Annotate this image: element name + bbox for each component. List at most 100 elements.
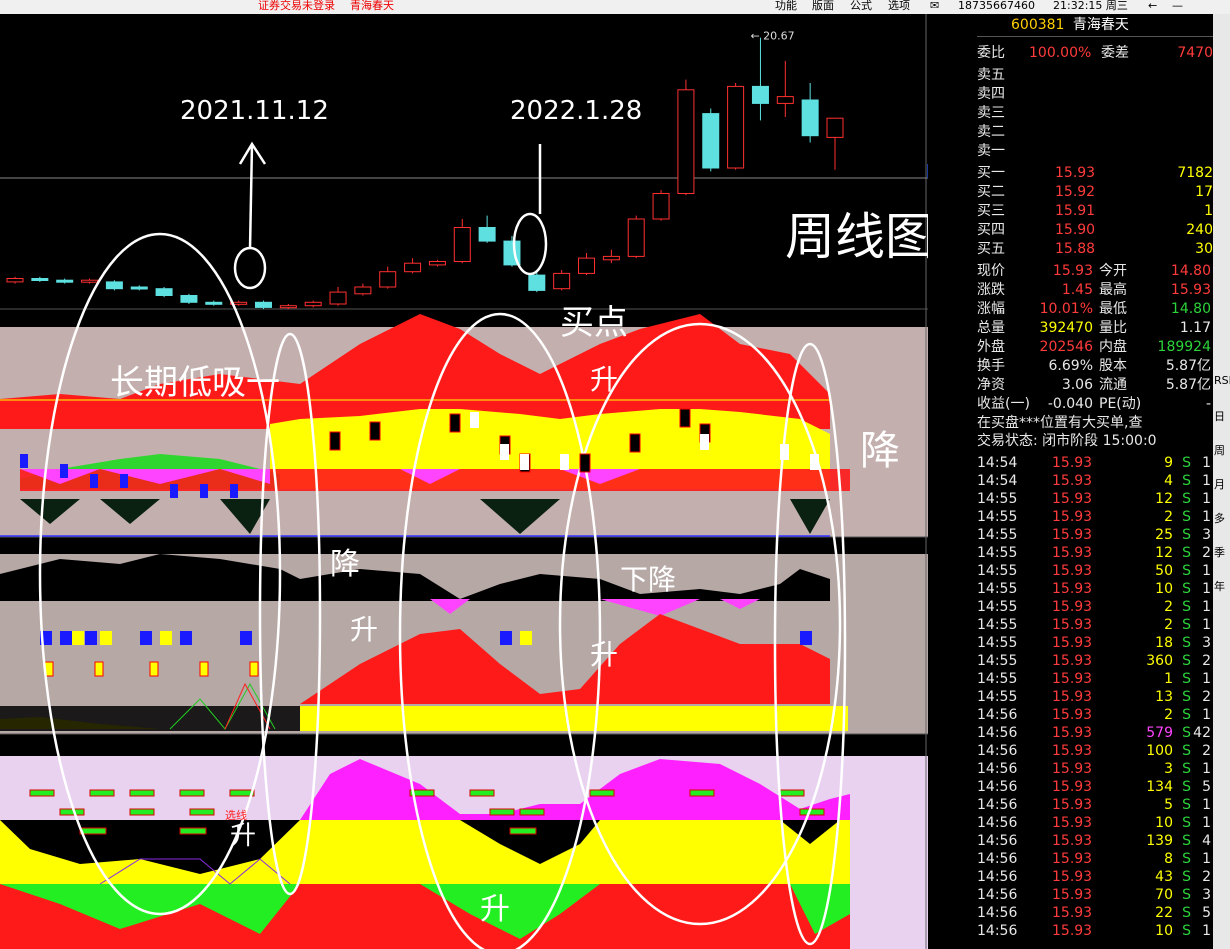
toolbar-item[interactable]: 年 <box>1214 578 1225 594</box>
tick-row: 14:54 15.93 9 S 1 <box>977 454 1213 472</box>
sell-level-row: 卖四 <box>977 85 1213 103</box>
signal-block <box>180 631 192 645</box>
stat-label: 今开 <box>1099 263 1127 279</box>
big-order-notice: 在买盘***位置有大买单,查 <box>977 415 1143 431</box>
annotation-date1: 2021.11.12 <box>180 96 329 126</box>
annotation-rise4: 升 <box>590 363 618 396</box>
tick-price: 15.93 <box>1052 581 1093 597</box>
ind3-signal-bar <box>179 827 207 835</box>
tick-row: 14:56 15.93 5 S 1 <box>977 796 1213 814</box>
candle-body <box>56 279 74 283</box>
candle-body <box>826 117 844 138</box>
tick-volume: 43 <box>1155 869 1173 885</box>
stat-label: 净资 <box>977 377 1005 393</box>
tick-price: 15.93 <box>1052 887 1093 903</box>
tick-volume: 10 <box>1155 815 1173 831</box>
buy-level-row[interactable]: 买二 15.92 17 <box>977 183 1213 201</box>
buy-level-volume: 7182 <box>1177 165 1213 181</box>
tick-count: 2 <box>1202 869 1211 885</box>
tick-volume: 70 <box>1155 887 1173 903</box>
tick-time: 14:54 <box>977 473 1018 489</box>
stock-name: 青海春天 <box>1072 17 1129 33</box>
tick-row: 14:56 15.93 8 S 1 <box>977 850 1213 868</box>
tick-count: 2 <box>1202 653 1211 669</box>
signal-block <box>140 631 152 645</box>
mail-icon[interactable]: ✉ <box>930 0 939 12</box>
stat-value: 202546 <box>1039 339 1093 355</box>
tick-side: S <box>1182 635 1191 651</box>
tick-volume: 25 <box>1155 527 1173 543</box>
toolbar-item[interactable]: 周 <box>1214 442 1225 458</box>
menu-function[interactable]: 功能 <box>775 0 797 12</box>
tick-time: 14:56 <box>977 851 1018 867</box>
ind1-white-box <box>810 454 819 470</box>
toolbar-item[interactable]: 多 <box>1214 510 1225 526</box>
tick-time: 14:56 <box>977 815 1018 831</box>
signal-mark <box>94 661 104 677</box>
tick-time: 14:55 <box>977 689 1018 705</box>
current-price-tag-bg <box>927 164 928 178</box>
candle-body <box>279 305 297 309</box>
tick-price: 15.93 <box>1052 761 1093 777</box>
signal-block <box>520 631 532 645</box>
tick-side: S <box>1182 599 1191 615</box>
toolbar-item[interactable]: 季 <box>1214 544 1225 560</box>
tick-row: 14:55 15.93 18 S 3 <box>977 634 1213 652</box>
buy-level-row[interactable]: 买一 15.93 7182 <box>977 164 1213 182</box>
tick-time: 14:55 <box>977 617 1018 633</box>
tick-side: S <box>1182 797 1191 813</box>
tick-time: 14:55 <box>977 653 1018 669</box>
menu-options[interactable]: 选项 <box>888 0 910 12</box>
ind3-signal-bar <box>469 789 495 797</box>
tick-row: 14:55 15.93 13 S 2 <box>977 688 1213 706</box>
tick-count: 3 <box>1202 887 1211 903</box>
candle-body <box>81 279 99 283</box>
tick-time: 14:55 <box>977 509 1018 525</box>
tick-time: 14:55 <box>977 545 1018 561</box>
tick-row: 14:56 15.93 10 S 1 <box>977 922 1213 940</box>
ind1-blue-box <box>230 484 238 498</box>
tick-price: 15.93 <box>1052 527 1093 543</box>
buy-level-row[interactable]: 买三 15.91 1 <box>977 202 1213 220</box>
chart-area[interactable]: ← 20.67 20.0018.0016.0014.0012.006.00 12… <box>0 14 928 949</box>
toolbar-item[interactable]: 月 <box>1214 476 1225 492</box>
stat-value: - <box>1205 396 1211 412</box>
stat-label: 涨跌 <box>977 282 1005 298</box>
back-arrow-icon[interactable]: ← <box>1148 0 1157 12</box>
stat-value: 15.93 <box>1052 263 1093 279</box>
candle-body <box>627 218 645 257</box>
stat-label: 股本 <box>1099 358 1127 374</box>
toolbar-item[interactable]: RSI <box>1214 374 1230 387</box>
ind1-white-box <box>500 444 509 460</box>
tick-time: 14:55 <box>977 671 1018 687</box>
buy-level-price: 15.93 <box>1055 165 1096 181</box>
signal-block <box>160 631 172 645</box>
tick-side: S <box>1182 491 1191 507</box>
sell-level-label: 卖二 <box>977 124 1005 140</box>
buy-level-price: 15.88 <box>1055 241 1096 257</box>
candle-body <box>205 301 223 305</box>
menu-formula[interactable]: 公式 <box>850 0 872 12</box>
tick-row: 14:56 15.93 22 S 5 <box>977 904 1213 922</box>
buy-level-row[interactable]: 买四 15.90 240 <box>977 221 1213 239</box>
ind3-signal-bar <box>779 789 805 797</box>
annotation-small-label: 选线 <box>225 808 247 822</box>
buy-level-row[interactable]: 买五 15.88 30 <box>977 240 1213 258</box>
buy-level-label: 买三 <box>977 203 1005 219</box>
ind1-box <box>329 431 341 451</box>
sell-level-row: 卖五 <box>977 66 1213 84</box>
stat-row: 涨跌 1.45 最高 15.93 <box>977 281 1213 299</box>
tick-count: 1 <box>1202 851 1211 867</box>
menu-layout[interactable]: 版面 <box>812 0 834 12</box>
tick-count: 42 <box>1193 725 1211 741</box>
minimize-icon[interactable]: — <box>1172 0 1183 12</box>
tick-count: 1 <box>1202 797 1211 813</box>
tick-count: 2 <box>1202 743 1211 759</box>
ind1-white-box <box>560 454 569 470</box>
stat-value: 3.06 <box>1061 377 1093 393</box>
toolbar-item[interactable]: 日 <box>1214 408 1225 424</box>
tick-price: 15.93 <box>1052 815 1093 831</box>
ind2-dark-band <box>0 706 300 731</box>
tick-time: 14:56 <box>977 743 1018 759</box>
candle-body <box>254 301 272 308</box>
